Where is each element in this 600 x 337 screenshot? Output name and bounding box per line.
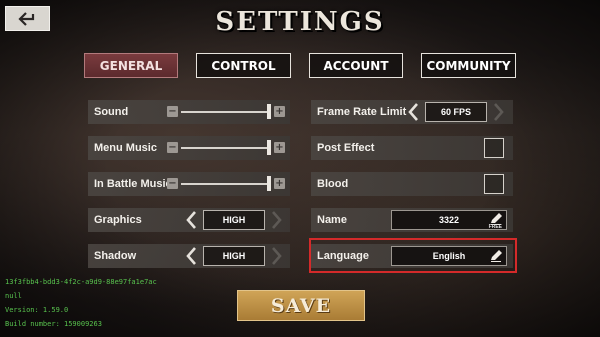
free-tag: FREE xyxy=(488,224,502,230)
shadow-value: HIGH xyxy=(203,246,265,266)
tab-account[interactable]: ACCOUNT xyxy=(309,53,403,78)
page-title: SETTINGS xyxy=(215,7,385,37)
name-label: Name xyxy=(317,214,347,226)
battle-music-row: In Battle Music − + xyxy=(88,172,290,196)
save-button[interactable]: SAVE xyxy=(237,290,365,321)
name-row: Name 3322 FREE xyxy=(311,208,513,232)
minus-icon[interactable]: − xyxy=(167,142,178,153)
menu-music-slider-track[interactable] xyxy=(181,147,271,149)
chevron-right-icon[interactable] xyxy=(270,210,284,230)
tab-control[interactable]: CONTROL xyxy=(196,53,291,78)
name-field[interactable]: 3322 FREE xyxy=(391,210,507,230)
name-value: 3322 xyxy=(438,215,460,225)
chevron-left-icon[interactable] xyxy=(184,246,198,266)
plus-icon[interactable]: + xyxy=(274,142,285,153)
post-effect-checkbox[interactable] xyxy=(484,138,504,158)
sound-slider-track[interactable] xyxy=(181,111,271,113)
menu-music-label: Menu Music xyxy=(94,142,157,154)
plus-icon[interactable]: + xyxy=(274,178,285,189)
graphics-label: Graphics xyxy=(94,214,142,226)
battle-music-slider-thumb[interactable] xyxy=(267,176,271,191)
shadow-row: Shadow HIGH xyxy=(88,244,290,268)
graphics-value: HIGH xyxy=(203,210,265,230)
language-highlight xyxy=(309,238,517,273)
blood-row: Blood xyxy=(311,172,513,196)
post-effect-label: Post Effect xyxy=(317,142,375,154)
chevron-right-icon[interactable] xyxy=(492,102,506,122)
chevron-left-icon[interactable] xyxy=(406,102,420,122)
debug-version: Version: 1.59.0 xyxy=(5,306,69,314)
sound-label: Sound xyxy=(94,106,129,118)
debug-null: null xyxy=(5,292,22,300)
frame-rate-row: Frame Rate Limit 60 FPS xyxy=(311,100,513,124)
sound-slider-thumb[interactable] xyxy=(267,104,271,119)
frame-rate-label: Frame Rate Limit xyxy=(317,106,407,118)
blood-checkbox[interactable] xyxy=(484,174,504,194)
graphics-row: Graphics HIGH xyxy=(88,208,290,232)
blood-label: Blood xyxy=(317,178,349,190)
sound-row: Sound − + xyxy=(88,100,290,124)
menu-music-slider-thumb[interactable] xyxy=(267,140,271,155)
debug-build: Build number: 159009263 xyxy=(5,320,102,328)
chevron-left-icon[interactable] xyxy=(184,210,198,230)
tab-general[interactable]: GENERAL xyxy=(84,53,178,78)
battle-music-label: In Battle Music xyxy=(94,178,172,190)
tab-community[interactable]: COMMUNITY xyxy=(421,53,516,78)
minus-icon[interactable]: − xyxy=(167,178,178,189)
plus-icon[interactable]: + xyxy=(274,106,285,117)
debug-id: 13f3fbb4-bdd3-4f2c-a9d9-88e97fa1e7ac xyxy=(5,278,157,286)
battle-music-slider-track[interactable] xyxy=(181,183,271,185)
chevron-right-icon[interactable] xyxy=(270,246,284,266)
frame-rate-value: 60 FPS xyxy=(425,102,487,122)
shadow-label: Shadow xyxy=(94,250,137,262)
minus-icon[interactable]: − xyxy=(167,106,178,117)
post-effect-row: Post Effect xyxy=(311,136,513,160)
menu-music-row: Menu Music − + xyxy=(88,136,290,160)
